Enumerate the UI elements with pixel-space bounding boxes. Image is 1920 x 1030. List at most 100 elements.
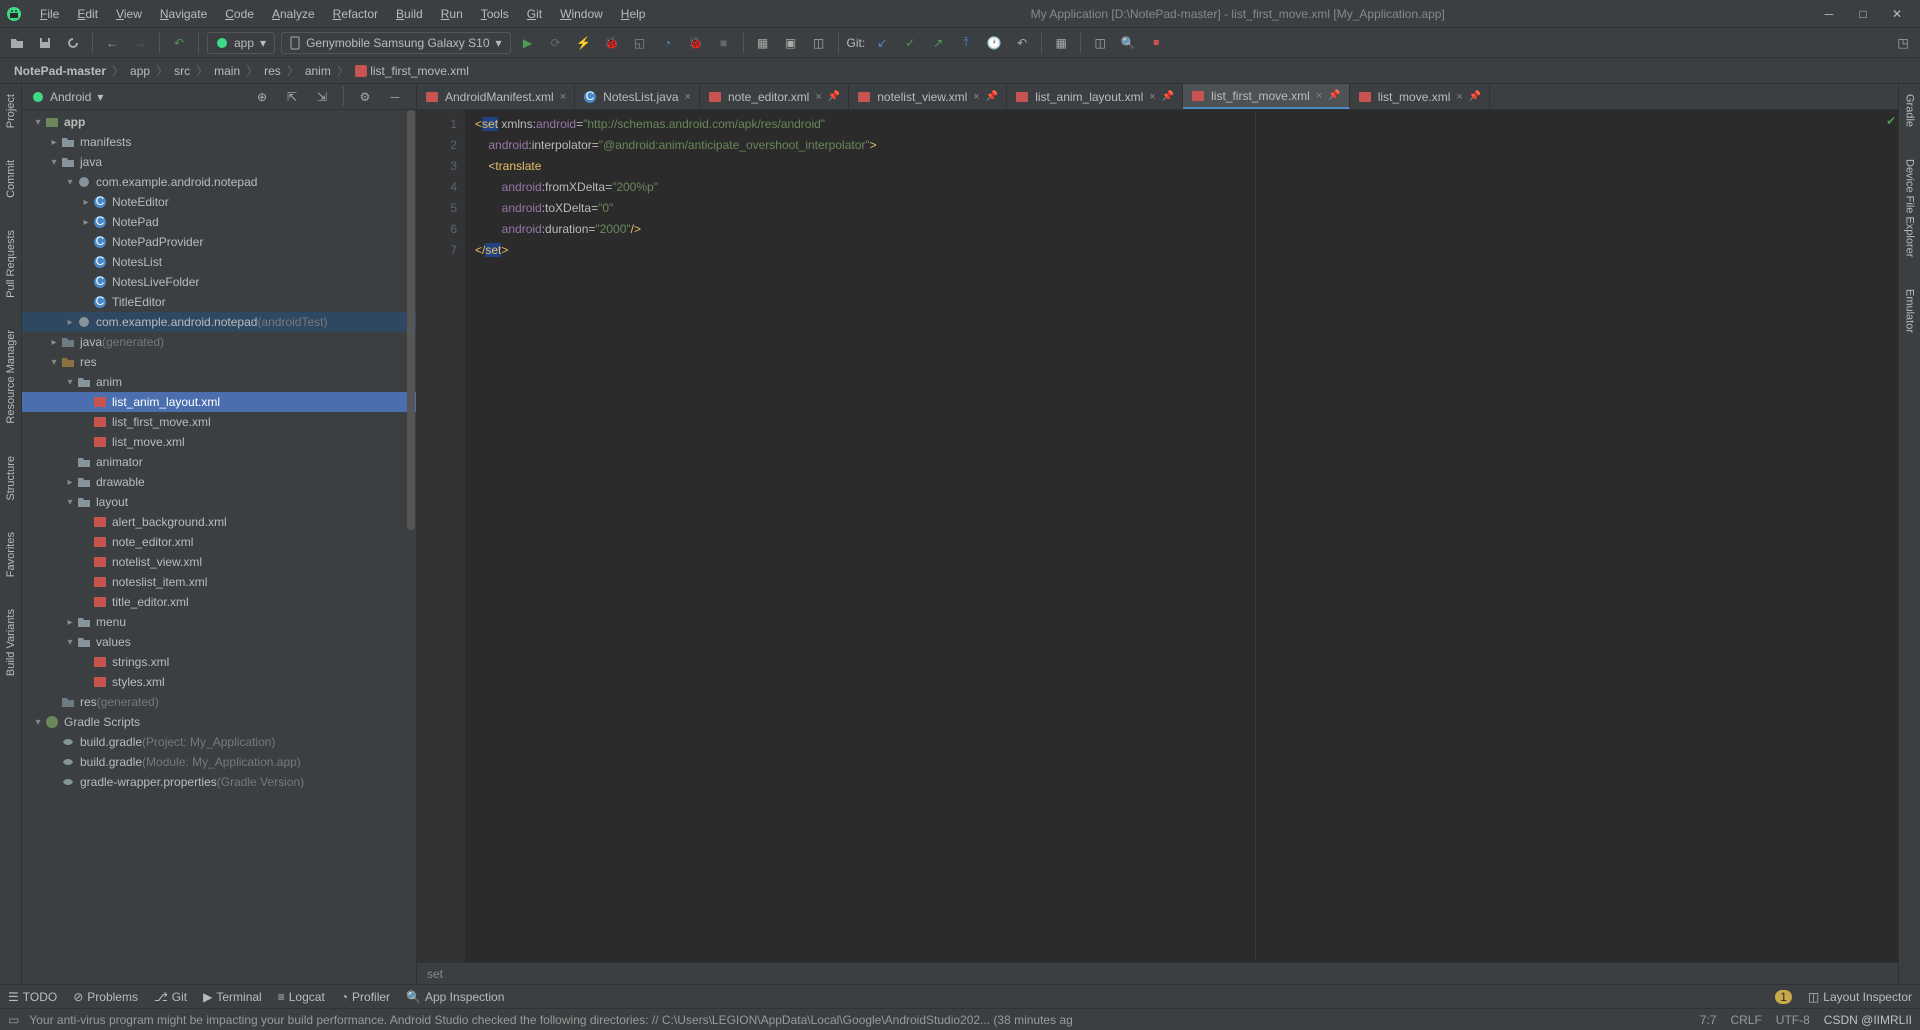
scrollbar-thumb[interactable] [407,110,415,530]
minimize-button[interactable]: ─ [1822,7,1836,21]
git-rollback-icon[interactable]: ↶ [1011,32,1033,54]
tool-build-variants[interactable]: Build Variants [3,603,19,682]
tree-item-com-example-android-notepad[interactable]: ▾com.example.android.notepad [22,172,416,192]
stop-icon[interactable]: ■ [713,32,735,54]
menu-help[interactable]: Help [613,3,654,25]
open-icon[interactable] [6,32,28,54]
tree-item-list-move-xml[interactable]: list_move.xml [22,432,416,452]
menu-window[interactable]: Window [552,3,611,25]
tree-item-res[interactable]: res (generated) [22,692,416,712]
tab-pin-icon[interactable]: 📌 [1469,91,1481,102]
menu-run[interactable]: Run [433,3,471,25]
tree-item-drawable[interactable]: ▸drawable [22,472,416,492]
tab-androidmanifest-xml[interactable]: AndroidManifest.xml× [417,84,575,109]
tree-item-manifests[interactable]: ▸manifests [22,132,416,152]
tool-pull-requests[interactable]: Pull Requests [3,224,19,304]
line-separator[interactable]: CRLF [1730,1013,1761,1027]
bottom-tool-todo[interactable]: ☰TODO [8,990,57,1004]
resource-manager-icon[interactable]: ◫ [808,32,830,54]
tree-arrow-icon[interactable]: ▾ [64,637,76,648]
tree-item-noteslist[interactable]: CNotesList [22,252,416,272]
breadcrumb-item[interactable]: main [210,62,244,80]
undo-nav-icon[interactable]: ↶ [168,32,190,54]
select-opened-file-icon[interactable]: ⊕ [251,86,273,108]
tree-item-anim[interactable]: ▾anim [22,372,416,392]
tree-item-noteslivefolder[interactable]: CNotesLiveFolder [22,272,416,292]
breadcrumb-item[interactable]: res [260,62,285,80]
attach-debugger-icon[interactable]: 🐞 [685,32,707,54]
tree-item-note-editor-xml[interactable]: note_editor.xml [22,532,416,552]
tab-list-move-xml[interactable]: list_move.xml×📌 [1350,84,1491,109]
tree-item-alert-background-xml[interactable]: alert_background.xml [22,512,416,532]
bottom-tool-app-inspection[interactable]: 🔍App Inspection [406,990,504,1004]
cursor-position[interactable]: 7:7 [1700,1013,1717,1027]
tree-item-com-example-android-notepad[interactable]: ▸com.example.android.notepad (androidTes… [22,312,416,332]
bottom-tool-logcat[interactable]: ≡Logcat [278,990,325,1004]
save-icon[interactable] [34,32,56,54]
editor-content[interactable]: 1234567 <set xmlns:android="http://schem… [417,110,1898,962]
tab-note-editor-xml[interactable]: note_editor.xml×📌 [700,84,849,109]
tree-arrow-icon[interactable]: ▾ [48,157,60,168]
project-view-mode[interactable]: Android [50,90,91,104]
tree-arrow-icon[interactable]: ▸ [80,217,92,228]
bottom-tool-problems[interactable]: ⊘Problems [73,990,138,1004]
tree-item-gradle-scripts[interactable]: ▾Gradle Scripts [22,712,416,732]
git-push-icon[interactable]: ↗ [927,32,949,54]
tree-item-titleeditor[interactable]: CTitleEditor [22,292,416,312]
tree-item-title-editor-xml[interactable]: title_editor.xml [22,592,416,612]
tree-item-menu[interactable]: ▸menu [22,612,416,632]
breadcrumb-item[interactable]: list_first_move.xml [351,62,473,80]
tab-list-first-move-xml[interactable]: list_first_move.xml×📌 [1183,84,1350,109]
breadcrumb-item[interactable]: NotePad-master [10,62,110,80]
run-icon[interactable]: ▶ [517,32,539,54]
hide-icon[interactable]: ─ [384,86,406,108]
tab-close-icon[interactable]: × [1149,91,1155,103]
tree-arrow-icon[interactable]: ▸ [48,337,60,348]
menu-refactor[interactable]: Refactor [325,3,386,25]
tree-item-notepad[interactable]: ▸CNotePad [22,212,416,232]
tab-pin-icon[interactable]: 📌 [986,91,998,102]
tree-item-gradle-wrapper-properties[interactable]: gradle-wrapper.properties (Gradle Versio… [22,772,416,792]
menu-edit[interactable]: Edit [69,3,106,25]
debug-icon[interactable]: 🐞 [601,32,623,54]
ide-settings-icon[interactable]: ◫ [1089,32,1111,54]
bottom-tool-layout-inspector[interactable]: ◫Layout Inspector [1808,990,1912,1004]
tool-device-file-explorer[interactable]: Device File Explorer [1902,153,1918,263]
menu-build[interactable]: Build [388,3,431,25]
tool-commit[interactable]: Commit [3,154,19,204]
tree-item-res[interactable]: ▾res [22,352,416,372]
tree-arrow-icon[interactable]: ▾ [32,717,44,728]
tree-arrow-icon[interactable]: ▾ [32,117,44,128]
file-encoding[interactable]: UTF-8 [1776,1013,1810,1027]
tree-item-styles-xml[interactable]: styles.xml [22,672,416,692]
sync-icon[interactable] [62,32,84,54]
maximize-button[interactable]: □ [1856,7,1870,21]
breadcrumb-item[interactable]: app [126,62,154,80]
tree-arrow-icon[interactable]: ▸ [48,137,60,148]
tree-item-java[interactable]: ▾java [22,152,416,172]
tree-item-notepadprovider[interactable]: CNotePadProvider [22,232,416,252]
tab-close-icon[interactable]: × [560,91,566,103]
expand-all-icon[interactable]: ⇱ [281,86,303,108]
tree-item-noteslist-item-xml[interactable]: noteslist_item.xml [22,572,416,592]
dropdown-icon[interactable]: ▾ [97,90,103,104]
tree-item-list-first-move-xml[interactable]: list_first_move.xml [22,412,416,432]
tab-pin-icon[interactable]: 📌 [1328,90,1340,101]
apply-changes-icon[interactable]: ⟳ [545,32,567,54]
tab-list-anim-layout-xml[interactable]: list_anim_layout.xml×📌 [1007,84,1183,109]
git-update-icon[interactable]: ⤒ [955,32,977,54]
tree-item-values[interactable]: ▾values [22,632,416,652]
tool-favorites[interactable]: Favorites [3,526,19,583]
bottom-tool-profiler[interactable]: ◔Profiler [341,990,390,1004]
menu-analyze[interactable]: Analyze [264,3,323,25]
coverage-icon[interactable]: ◱ [629,32,651,54]
tree-item-strings-xml[interactable]: strings.xml [22,652,416,672]
tree-arrow-icon[interactable]: ▸ [64,317,76,328]
tab-notelist-view-xml[interactable]: notelist_view.xml×📌 [849,84,1007,109]
tool-project[interactable]: Project [3,88,19,134]
menu-file[interactable]: File [32,3,67,25]
menu-git[interactable]: Git [519,3,550,25]
tree-item-noteeditor[interactable]: ▸CNoteEditor [22,192,416,212]
run-config-selector[interactable]: app ▾ [207,32,275,54]
git-commit-icon[interactable]: ✓ [899,32,921,54]
